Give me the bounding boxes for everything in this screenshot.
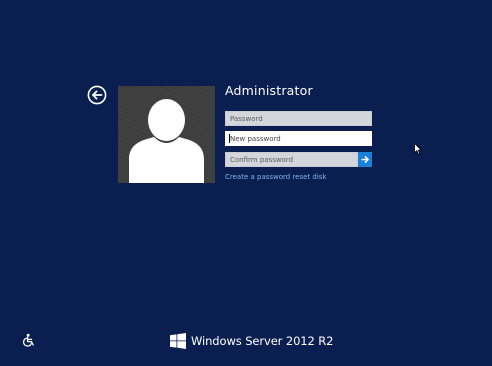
confirm-password-field[interactable]: [225, 152, 358, 167]
ease-of-access-icon: [22, 333, 34, 347]
avatar: [118, 86, 215, 183]
product-name: Windows Server 2012 R2: [191, 334, 334, 348]
product-branding: Windows Server 2012 R2: [170, 332, 333, 350]
submit-button[interactable]: [358, 152, 372, 167]
create-reset-disk-link[interactable]: Create a password reset disk: [225, 173, 327, 181]
windows-logo-icon: [170, 333, 186, 349]
lock-screen: Administrator Create a password reset di…: [0, 0, 492, 366]
back-arrow-icon: [87, 85, 107, 105]
password-field[interactable]: [225, 111, 372, 126]
user-silhouette-icon: [129, 99, 204, 183]
back-button[interactable]: [87, 85, 107, 105]
user-name: Administrator: [225, 83, 313, 98]
text-caret: [229, 134, 230, 143]
new-password-field[interactable]: [225, 131, 372, 146]
arrow-right-icon: [361, 156, 369, 163]
ease-of-access-button[interactable]: [22, 333, 36, 347]
mouse-pointer-icon: [414, 143, 422, 155]
